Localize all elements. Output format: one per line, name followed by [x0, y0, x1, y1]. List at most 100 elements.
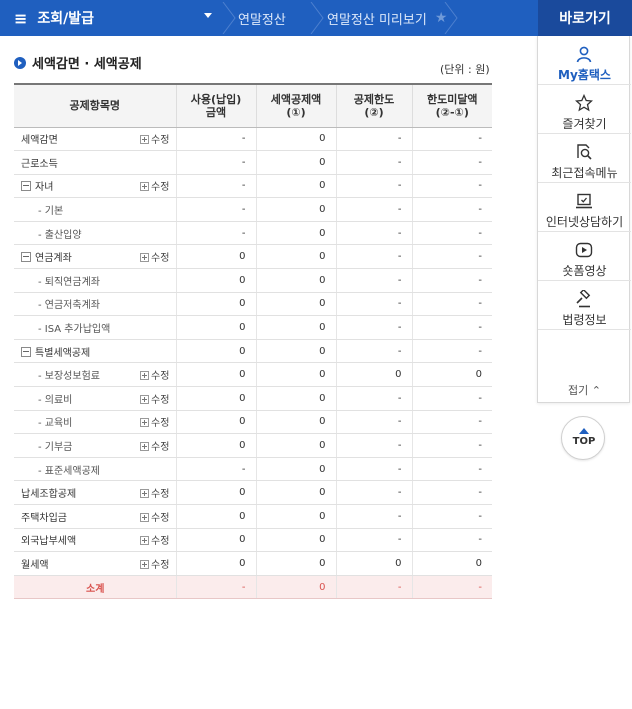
table-cell: -: [175, 127, 257, 152]
table-cell: 0: [175, 504, 257, 529]
recent-search-icon: [577, 144, 592, 160]
table-cell: -: [411, 268, 493, 293]
breadcrumb-separator: [222, 2, 236, 34]
row-edit-cell: 수정: [138, 480, 177, 505]
breadcrumb-label: 연말정산: [238, 12, 286, 28]
edit-label: 수정: [151, 135, 170, 147]
quick-menu-consult[interactable]: 인터넷상담하기: [538, 183, 631, 232]
plus-box-icon: [140, 135, 149, 145]
scroll-top-button[interactable]: TOP: [561, 416, 605, 460]
table-cell: 0: [175, 551, 257, 576]
table-cell: 0: [255, 339, 337, 364]
table-cell: 0: [255, 127, 337, 152]
edit-label: 수정: [151, 536, 170, 548]
table-cell: -: [411, 315, 493, 340]
table-cell: 0: [175, 480, 257, 505]
table-cell: 0: [335, 551, 413, 576]
breadcrumb-item-year-end[interactable]: 연말정산: [238, 0, 286, 36]
breadcrumb-separator: [310, 2, 324, 34]
column-header-limit: 공제한도 (②): [335, 83, 413, 128]
row-item-name: - 기부금: [14, 433, 138, 458]
collapse-toggle-icon[interactable]: [21, 181, 31, 192]
row-edit-cell: 수정: [138, 362, 177, 388]
table-cell: 0: [255, 386, 337, 411]
top-label: TOP: [572, 436, 596, 447]
edit-link[interactable]: 수정: [140, 394, 169, 406]
table-cell: -: [411, 504, 493, 529]
edit-link[interactable]: 수정: [140, 135, 169, 146]
edit-link[interactable]: 수정: [140, 512, 169, 524]
column-header-text: 한도미달액 (②-①): [426, 92, 478, 119]
column-header-text: 사용(납입) 금액: [190, 92, 242, 119]
edit-link[interactable]: 수정: [140, 442, 169, 453]
row-item-name: 납세조합공제: [14, 480, 138, 505]
table-cell: 0: [175, 386, 257, 411]
table-cell: -: [335, 268, 413, 293]
table-cell: -: [175, 150, 257, 175]
table-cell: -: [411, 410, 493, 435]
plus-box-icon: [140, 371, 149, 381]
plus-box-icon: [140, 394, 149, 404]
top-navigation-bar: ≡ 조회/발급 연말정산 연말정산 미리보기 ★ 바로가기: [0, 0, 632, 36]
row-edit-cell: [138, 457, 177, 482]
table-cell: -: [411, 150, 493, 175]
table-cell: -: [411, 433, 493, 458]
tax-credit-table: 공제항목명 사용(납입) 금액 세액공제액 (①) 공제한도 (②) 한도미달액…: [14, 83, 493, 600]
row-item-name: 근로소득: [14, 150, 138, 175]
column-header-credit: 세액공제액 (①): [255, 83, 337, 128]
quick-menu-shortform[interactable]: 숏폼영상: [538, 232, 631, 281]
edit-label: 수정: [151, 559, 170, 571]
table-cell: 0: [411, 551, 493, 576]
row-item-name: 세액감면: [14, 127, 138, 152]
quick-menu-label: My홈택스: [558, 68, 611, 82]
table-cell: -: [411, 127, 493, 152]
row-item-label: 납세조합공제: [21, 489, 77, 501]
edit-link[interactable]: 수정: [140, 489, 169, 500]
quick-menu-recent[interactable]: 최근접속메뉴: [538, 134, 631, 183]
goto-button[interactable]: 바로가기: [538, 0, 632, 36]
edit-link[interactable]: 수정: [140, 182, 169, 193]
main-menu-button[interactable]: ≡ 조회/발급: [0, 0, 222, 36]
table-cell: -: [335, 174, 413, 199]
table-row: 외국납부세액 수정 0 0- -: [14, 528, 493, 553]
quick-menu-my-hometax[interactable]: My홈택스: [538, 36, 631, 85]
table-cell: -: [335, 315, 413, 340]
table-row: 세액감면 수정 -0- -: [14, 127, 493, 152]
row-item-label: 주택차입금: [21, 512, 67, 524]
row-edit-cell: 수정: [138, 244, 177, 270]
table-row: - 퇴직연금계좌 0 0- -: [14, 268, 493, 293]
edit-link[interactable]: 수정: [140, 253, 169, 264]
table-cell: -: [411, 480, 493, 505]
table-row: 자녀 수정 -0- -: [14, 174, 493, 199]
edit-link[interactable]: 수정: [140, 418, 169, 429]
table-cell: -: [411, 386, 493, 411]
plus-box-icon: [140, 489, 149, 499]
table-cell: -: [411, 197, 493, 222]
fold-label: 접기: [568, 384, 589, 397]
row-edit-cell: 수정: [138, 433, 177, 458]
row-item-label: 월세액: [21, 559, 49, 571]
table-header-row: 공제항목명 사용(납입) 금액 세액공제액 (①) 공제한도 (②) 한도미달액…: [14, 83, 493, 128]
collapse-toggle-icon[interactable]: [21, 252, 31, 263]
table-cell: -: [335, 504, 413, 529]
row-item-name: - 의료비: [14, 386, 138, 411]
breadcrumb-label: 연말정산 미리보기: [327, 12, 427, 28]
plus-box-icon: [140, 253, 149, 263]
quick-menu-favorites[interactable]: 즐겨찾기: [538, 85, 631, 134]
table-cell: -: [411, 528, 493, 553]
table-cell: 0: [175, 268, 257, 293]
table-cell: 0: [175, 292, 257, 317]
collapse-toggle-icon[interactable]: [21, 346, 31, 357]
edit-link[interactable]: 수정: [140, 371, 169, 382]
table-cell: 0: [255, 315, 337, 340]
quick-menu-law[interactable]: 법령정보: [538, 281, 631, 330]
edit-label: 수정: [151, 418, 170, 430]
fold-button[interactable]: 접기 ⌃: [538, 379, 631, 403]
table-row: - ISA 추가납입액 0 0- -: [14, 315, 493, 340]
table-cell: 0: [175, 410, 257, 435]
breadcrumb-item-preview[interactable]: 연말정산 미리보기 ★: [327, 0, 447, 36]
edit-link[interactable]: 수정: [140, 536, 169, 547]
edit-link[interactable]: 수정: [140, 559, 170, 571]
table-cell: -: [411, 457, 493, 482]
edit-label: 수정: [151, 253, 170, 265]
